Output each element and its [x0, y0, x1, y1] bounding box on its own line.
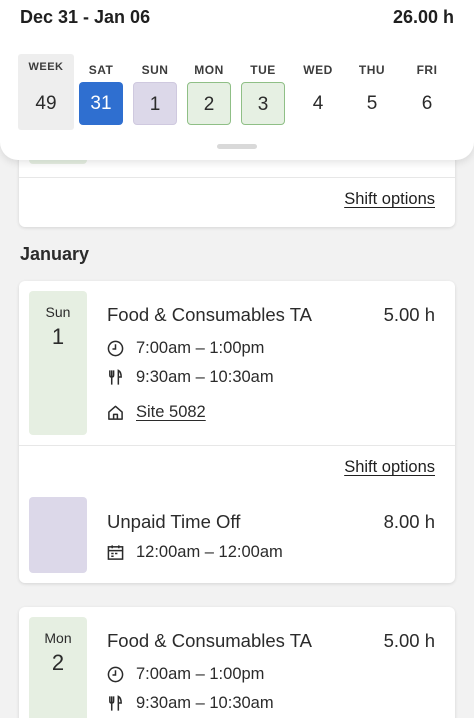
shift-time-row: 7:00am – 1:00pm — [107, 665, 264, 684]
shift-options-link[interactable]: Shift options — [344, 458, 435, 477]
shift-title[interactable]: Food & Consumables TA — [107, 304, 312, 326]
week-summary: Dec 31 - Jan 06 26.00 h — [20, 6, 454, 28]
day-name: SUN — [141, 63, 169, 77]
clock-icon — [107, 666, 124, 683]
month-heading: January — [20, 244, 90, 264]
shift-options-link[interactable]: Shift options — [344, 190, 435, 209]
time-off-title[interactable]: Unpaid Time Off — [107, 511, 240, 533]
date-tile: Sun 1 — [29, 291, 87, 435]
day-thu[interactable]: THU 5 — [345, 54, 399, 130]
day-wed[interactable]: WED 4 — [291, 54, 345, 130]
week-number: 49 — [35, 93, 57, 114]
date-range: Dec 31 - Jan 06 — [20, 6, 151, 27]
day-fri[interactable]: FRI 6 — [400, 54, 454, 130]
meal-time-row: 9:30am – 10:30am — [107, 694, 274, 713]
shift-hours: 5.00 h — [383, 304, 435, 325]
time-off-tile — [29, 497, 87, 573]
time-off-hours: 8.00 h — [383, 511, 435, 532]
day-name: MON — [194, 63, 224, 77]
day-mon[interactable]: MON 2 — [182, 54, 236, 130]
day-sat[interactable]: SAT 31 — [74, 54, 128, 130]
day-number[interactable]: 31 — [79, 82, 123, 125]
day-name: FRI — [416, 63, 438, 77]
day-number[interactable]: 2 — [187, 82, 231, 125]
day-number[interactable]: 5 — [350, 82, 394, 125]
meal-time: 9:30am – 10:30am — [136, 368, 274, 386]
shift-hours: 5.00 h — [383, 630, 435, 651]
day-number[interactable]: 4 — [296, 82, 340, 125]
total-hours: 26.00 h — [392, 6, 454, 27]
day-number[interactable]: 6 — [405, 82, 449, 125]
home-icon — [108, 405, 123, 420]
day-number[interactable]: 1 — [133, 82, 177, 125]
day-name: THU — [358, 63, 386, 77]
time-off-time: 12:00am – 12:00am — [136, 543, 283, 561]
meal-time-row: 9:30am – 10:30am — [107, 368, 274, 387]
site-link[interactable]: Site 5082 — [136, 403, 206, 422]
week-days: WEEK 49 SAT 31 SUN 1 MON 2 TUE 3 WED 4 T… — [18, 54, 468, 130]
shift-time: 7:00am – 1:00pm — [136, 665, 265, 683]
shift-time-row: 7:00am – 1:00pm — [107, 339, 264, 358]
day-of-week: Sun — [45, 304, 71, 320]
day-sun[interactable]: SUN 1 — [128, 54, 182, 130]
time-off-time-row: 12:00am – 12:00am — [107, 543, 283, 562]
day-name: TUE — [250, 63, 276, 77]
day-of-month: 2 — [51, 650, 65, 675]
day-card-sun-1: Sun 1 Food & Consumables TA 5.00 h 7:00a… — [19, 281, 455, 583]
day-of-week: Mon — [44, 630, 72, 646]
week-selector-panel: Dec 31 - Jan 06 26.00 h WEEK 49 SAT 31 S… — [0, 0, 474, 160]
day-tue[interactable]: TUE 3 — [236, 54, 290, 130]
day-card-mon-2: Mon 2 Food & Consumables TA 5.00 h 7:00a… — [19, 607, 455, 718]
calendar-icon — [107, 545, 124, 560]
date-tile: Mon 2 — [29, 617, 87, 718]
day-name: WED — [303, 63, 333, 77]
day-name: SAT — [88, 63, 114, 77]
day-of-month: 1 — [51, 324, 65, 349]
week-number-tile: WEEK 49 — [18, 54, 74, 130]
week-label: WEEK — [28, 61, 64, 73]
day-number[interactable]: 3 — [241, 82, 285, 125]
shift-time: 7:00am – 1:00pm — [136, 339, 265, 357]
site-row: Site 5082 — [107, 403, 206, 422]
fork-knife-icon — [109, 695, 122, 711]
divider — [19, 445, 455, 446]
meal-time: 9:30am – 10:30am — [136, 694, 274, 712]
shift-title[interactable]: Food & Consumables TA — [107, 630, 312, 652]
divider — [19, 177, 455, 178]
drag-handle[interactable] — [217, 144, 257, 149]
fork-knife-icon — [109, 369, 122, 385]
clock-icon — [107, 340, 124, 357]
